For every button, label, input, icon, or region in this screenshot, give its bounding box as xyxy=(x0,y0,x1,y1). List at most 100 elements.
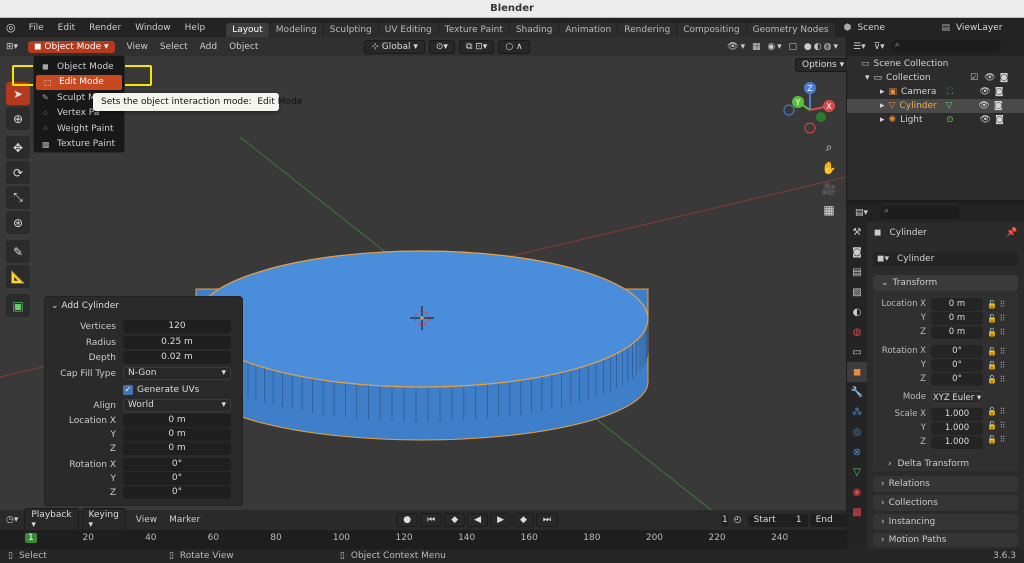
scale-x-prop[interactable]: 1.000 xyxy=(931,408,983,421)
shading-controls[interactable]: 👁▾ ▦ ◉▾ ▢ ●◐◍▾ xyxy=(727,42,840,52)
rotate-tool-icon[interactable]: ⟳ xyxy=(6,161,30,184)
mode-item-weight-paint[interactable]: ⁘ Weight Paint xyxy=(34,121,124,137)
tab-compositing[interactable]: Compositing xyxy=(677,23,746,37)
transform-section-header[interactable]: ⌄ Transform xyxy=(873,275,1018,291)
pivot-dropdown[interactable]: ⊙▾ xyxy=(428,39,455,54)
timeline-editor-icon[interactable]: ◷▾ xyxy=(0,515,24,525)
camera-render-icon[interactable]: ◙ xyxy=(995,87,1004,97)
rotation-y-prop[interactable]: 0° xyxy=(931,359,983,372)
lock-icon[interactable]: 🔓 ⠿ xyxy=(987,345,1017,359)
camera-render-icon[interactable]: ◙ xyxy=(994,101,1003,111)
constraints-tab-icon[interactable]: ⊗ xyxy=(847,442,867,462)
move-tool-icon[interactable]: ✥ xyxy=(6,136,30,159)
delta-transform-header[interactable]: › Delta Transform xyxy=(888,459,969,469)
camera-view-icon[interactable]: 🎥 xyxy=(818,182,840,203)
lock-icon[interactable]: 🔓 ⠿ xyxy=(987,405,1017,419)
object-tab-icon[interactable]: ◼ xyxy=(847,362,867,382)
menu-edit[interactable]: Edit xyxy=(51,23,82,33)
location-z-prop[interactable]: 0 m xyxy=(931,326,983,339)
transform-orientation-dropdown[interactable]: ⊹ Global ▾ xyxy=(364,39,425,54)
render-tab-icon[interactable]: ◙ xyxy=(847,242,867,262)
lock-icon[interactable]: 🔓 ⠿ xyxy=(987,326,1017,340)
menu-render[interactable]: Render xyxy=(82,23,128,33)
mode-item-object[interactable]: ◼ Object Mode xyxy=(34,59,124,75)
texture-tab-icon[interactable]: ▩ xyxy=(847,502,867,522)
rotation-mode-dropdown[interactable]: XYZ Euler ▾ xyxy=(931,391,983,404)
location-y-field[interactable]: 0 m xyxy=(123,428,231,441)
view-layer-name[interactable]: ViewLayer xyxy=(956,23,1002,33)
timeline-ruler[interactable]: 1 20 40 60 80 100 120 140 160 180 200 220 240 xyxy=(0,530,846,549)
location-x-field[interactable]: 0 m xyxy=(123,414,231,427)
lock-icon[interactable]: 🔓 ⠿ xyxy=(987,312,1017,326)
material-tab-icon[interactable]: ◉ xyxy=(847,482,867,502)
scale-tool-icon[interactable]: ⤡ xyxy=(6,186,30,209)
rotation-x-field[interactable]: 0° xyxy=(123,458,231,471)
eye-icon[interactable]: 👁 xyxy=(979,87,990,97)
tab-uv-editing[interactable]: UV Editing xyxy=(378,23,438,37)
play-icon[interactable]: ▶ xyxy=(490,513,511,527)
outliner-editor-icon[interactable]: ☰▾ xyxy=(853,42,866,52)
outliner-row-cylinder[interactable]: ▸ ▽ Cylinder ▽ 👁 ◙ xyxy=(847,99,1024,113)
outliner-row-collection[interactable]: ▾ ▭ Collection ☑ 👁 ◙ xyxy=(847,71,1024,85)
align-dropdown[interactable]: World ▾ xyxy=(123,399,231,412)
measure-tool-icon[interactable]: 📐 xyxy=(6,265,30,288)
radius-field[interactable]: 0.25 m xyxy=(123,336,231,349)
editor-type-icon[interactable]: ⊞▾ xyxy=(0,42,24,52)
tab-shading[interactable]: Shading xyxy=(509,23,559,37)
depth-field[interactable]: 0.02 m xyxy=(123,351,231,364)
tool-tab-icon[interactable]: ⚒ xyxy=(847,222,867,242)
object-mode-dropdown[interactable]: ◼ Object Mode ▾ xyxy=(28,40,115,53)
motion-paths-section-header[interactable]: › Motion Paths xyxy=(873,533,1018,547)
add-cube-tool-icon[interactable]: ▣ xyxy=(6,294,30,317)
collections-section-header[interactable]: › Collections xyxy=(873,495,1018,511)
annotate-tool-icon[interactable]: ✎ xyxy=(6,240,30,263)
tab-texture-paint[interactable]: Texture Paint xyxy=(438,23,509,37)
record-icon[interactable]: ● xyxy=(396,513,419,527)
location-z-field[interactable]: 0 m xyxy=(123,442,231,455)
pan-hand-icon[interactable]: ✋ xyxy=(818,161,840,182)
options-dropdown[interactable]: Options ▾ xyxy=(795,58,852,72)
properties-editor-icon[interactable]: ▤▾ xyxy=(855,208,868,218)
jump-end-icon[interactable]: ⏭ xyxy=(535,513,559,527)
lock-icon[interactable]: 🔓 ⠿ xyxy=(987,373,1017,387)
vertices-field[interactable]: 120 xyxy=(123,320,231,333)
output-tab-icon[interactable]: ▤ xyxy=(847,262,867,282)
menu-view[interactable]: View xyxy=(121,41,154,53)
location-x-prop[interactable]: 0 m xyxy=(931,298,983,311)
scale-y-prop[interactable]: 1.000 xyxy=(931,422,983,435)
outliner-row-scene-collection[interactable]: ▭ Scene Collection xyxy=(847,57,1024,71)
outliner-search-input[interactable]: ⌕ xyxy=(890,40,1001,53)
eye-icon[interactable]: 👁 xyxy=(978,101,989,111)
tab-modeling[interactable]: Modeling xyxy=(269,23,323,37)
tab-geometry-nodes[interactable]: Geometry Nodes xyxy=(746,23,835,37)
timeline-marker-menu[interactable]: Marker xyxy=(163,514,206,526)
eye-icon[interactable]: 👁 xyxy=(984,73,995,83)
lock-icon[interactable]: 🔓 ⠿ xyxy=(987,359,1017,373)
particles-tab-icon[interactable]: ⁂ xyxy=(847,402,867,422)
camera-render-icon[interactable]: ◙ xyxy=(1000,73,1009,83)
playback-dropdown[interactable]: Playback ▾ xyxy=(24,508,79,532)
transform-tool-icon[interactable]: ⊛ xyxy=(6,211,30,234)
location-y-prop[interactable]: 0 m xyxy=(931,312,983,325)
prev-key-icon[interactable]: ◆ xyxy=(444,513,466,527)
mode-item-edit[interactable]: ⬚ Edit Mode xyxy=(36,74,122,90)
current-frame-field[interactable]: 1 xyxy=(722,513,728,527)
blender-logo-icon[interactable]: ◎ xyxy=(0,21,22,34)
lock-icon[interactable]: 🔓 ⠿ xyxy=(987,298,1017,312)
instancing-section-header[interactable]: › Instancing xyxy=(873,514,1018,530)
camera-render-icon[interactable]: ◙ xyxy=(995,115,1004,125)
menu-file[interactable]: File xyxy=(22,23,51,33)
eye-icon[interactable]: 👁 xyxy=(980,115,991,125)
menu-add[interactable]: Add xyxy=(194,41,223,53)
outliner-row-camera[interactable]: ▸ ▣ Camera ⛶ 👁 ◙ xyxy=(847,85,1024,99)
pin-icon[interactable]: 📌 xyxy=(1006,228,1017,238)
rotation-x-prop[interactable]: 0° xyxy=(931,345,983,358)
menu-select[interactable]: Select xyxy=(154,41,194,53)
world-tab-icon[interactable]: ◍ xyxy=(847,322,867,342)
perspective-grid-icon[interactable]: ▦ xyxy=(818,203,840,224)
menu-window[interactable]: Window xyxy=(128,23,178,33)
timeline-view-menu[interactable]: View xyxy=(130,514,163,526)
mode-item-texture-paint[interactable]: ▩ Texture Paint xyxy=(34,137,124,153)
properties-search-input[interactable]: ⌕ xyxy=(880,206,961,219)
filter-icon[interactable]: ⊽▾ xyxy=(874,42,885,52)
